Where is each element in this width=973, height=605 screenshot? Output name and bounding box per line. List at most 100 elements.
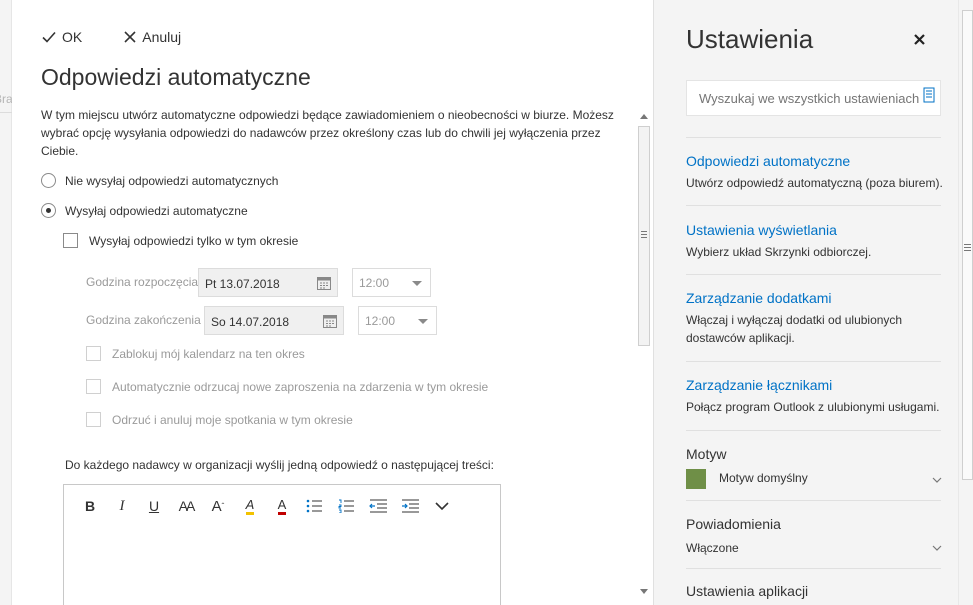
divider [686,205,941,206]
checkbox-only-period[interactable]: Wysyłaj odpowiedzi tylko w tym okresie [63,233,298,248]
numbering-icon[interactable] [330,495,362,517]
scroll-down-arrow-icon[interactable] [640,589,648,594]
checkbox-block-calendar[interactable]: Zablokuj mój kalendarz na ten okres [86,346,305,361]
start-time-dropdown[interactable]: 12:00 [352,268,431,297]
highlight-icon[interactable]: A [234,495,266,517]
close-settings-button[interactable] [910,30,928,48]
start-date-value: Pt 13.07.2018 [205,277,280,291]
chevron-down-icon[interactable] [932,477,942,483]
background-partial-text: Bra [0,92,13,106]
chevron-down-icon [435,501,449,510]
ok-label: OK [62,29,83,45]
cancel-button[interactable]: Anuluj [124,29,181,45]
checkbox-label: Odrzuć i anuluj moje spotkania w tym okr… [112,412,353,427]
decrease-indent-icon[interactable] [362,495,394,517]
checkbox-label: Automatycznie odrzucaj nowe zaproszenia … [112,379,489,394]
theme-heading: Motyw [686,446,727,462]
radio-button[interactable] [41,173,56,188]
display-settings-desc: Wybierz układ Skrzynki odbiorczej. [686,245,872,259]
grow-font-icon[interactable]: Aˆ [202,495,234,517]
scroll-up-arrow-icon[interactable] [640,114,648,119]
radio-label: Wysyłaj odpowiedzi automatyczne [65,203,248,218]
auto-reply-content: W tym miejscu utwórz automatyczne odpowi… [41,106,636,605]
grip-icon [964,244,971,251]
bullets-icon[interactable] [298,495,330,517]
checkbox[interactable] [86,346,101,361]
underline-icon[interactable]: U [138,495,170,517]
notifications-heading: Powiadomienia [686,516,781,532]
bold-icon[interactable]: B [74,495,106,517]
theme-setting[interactable]: Motyw Motyw domyślny [686,446,944,489]
checkbox[interactable] [86,412,101,427]
end-time-dropdown[interactable]: 12:00 [358,306,437,335]
content-scrollbar[interactable] [636,110,652,598]
calendar-icon [323,315,337,328]
theme-swatch [686,469,706,489]
settings-item-display: Ustawienia wyświetlania Wybierz układ Sk… [686,222,951,261]
checkbox[interactable] [63,233,78,248]
close-icon [913,33,925,45]
end-date-picker[interactable]: So 14.07.2018 [204,306,344,335]
scroll-thumb[interactable] [962,10,973,480]
grip-icon [641,231,647,238]
notifications-setting[interactable]: Powiadomienia Włączone [686,516,944,555]
font-color-icon[interactable]: A [266,495,298,517]
background-divider [0,112,12,113]
display-settings-link[interactable]: Ustawienia wyświetlania [686,222,951,238]
chevron-down-icon [412,281,422,286]
auto-replies-desc: Utwórz odpowiedź automatyczną (poza biur… [686,176,943,190]
divider [686,430,941,431]
start-time-value: 12:00 [359,276,390,290]
ok-button[interactable]: OK [42,29,82,45]
search-settings-icon[interactable] [923,87,935,103]
settings-panel: Ustawienia Odpowiedzi automatyczne Utwór… [653,0,973,605]
checkbox-label: Wysyłaj odpowiedzi tylko w tym okresie [89,233,299,248]
background-app-strip: Bra [0,0,13,605]
manage-connectors-link[interactable]: Zarządzanie łącznikami [686,377,951,393]
settings-title: Ustawienia [686,24,814,54]
checkbox[interactable] [86,379,101,394]
settings-scrollbar[interactable] [958,0,973,605]
radio-send-reply[interactable]: Wysyłaj odpowiedzi automatyczne [41,203,248,218]
chevron-down-icon[interactable] [932,545,942,551]
increase-indent-icon[interactable] [394,495,426,517]
manage-connectors-desc: Połącz program Outlook z ulubionymi usłu… [686,400,940,414]
settings-item-addins: Zarządzanie dodatkami Włączaj i wyłączaj… [686,290,951,347]
checkbox-label: Zablokuj mój kalendarz na ten okres [112,346,305,361]
italic-icon[interactable]: I [106,495,138,517]
divider [686,361,941,362]
divider [686,500,941,501]
divider [686,274,941,275]
radio-button-selected[interactable] [41,203,56,218]
radio-no-reply[interactable]: Nie wysyłaj odpowiedzi automatycznych [41,173,278,188]
app-settings-section[interactable]: Ustawienia aplikacji [686,583,944,599]
divider [686,137,941,138]
font-size-icon[interactable]: AA [170,495,202,517]
end-date-value: So 14.07.2018 [211,315,290,329]
page-title: Odpowiedzi automatyczne [41,64,311,90]
notifications-value: Włączone [686,541,739,555]
settings-item-auto-replies: Odpowiedzi automatyczne Utwórz odpowiedź… [686,153,951,192]
more-icon[interactable] [426,495,458,517]
manage-addins-link[interactable]: Zarządzanie dodatkami [686,290,951,306]
reply-editor[interactable]: B I U AA Aˆ A A [63,484,501,605]
manage-addins-desc: Włączaj i wyłączaj dodatki od ulubionych… [686,313,903,345]
app-settings-heading: Ustawienia aplikacji [686,583,809,599]
end-time-value: 12:00 [365,314,396,328]
settings-search-input[interactable] [686,80,941,116]
reply-message-label: Do każdego nadawcy w organizacji wyślij … [65,458,494,472]
end-time-label: Godzina zakończenia [86,313,201,327]
scroll-thumb[interactable] [638,126,650,346]
close-icon [124,31,136,43]
start-time-label: Godzina rozpoczęcia [86,275,199,289]
editor-toolbar: B I U AA Aˆ A A [74,495,458,517]
checkmark-icon [42,31,56,43]
radio-label: Nie wysyłaj odpowiedzi automatycznych [65,173,279,188]
panel-toolbar: OK Anuluj [42,27,223,47]
chevron-down-icon [418,319,428,324]
auto-reply-panel: OK Anuluj Odpowiedzi automatyczne W tym … [12,0,653,605]
checkbox-cancel-meetings[interactable]: Odrzuć i anuluj moje spotkania w tym okr… [86,412,353,427]
checkbox-decline-invites[interactable]: Automatycznie odrzucaj nowe zaproszenia … [86,379,488,394]
auto-replies-link[interactable]: Odpowiedzi automatyczne [686,153,951,169]
start-date-picker[interactable]: Pt 13.07.2018 [198,268,338,297]
